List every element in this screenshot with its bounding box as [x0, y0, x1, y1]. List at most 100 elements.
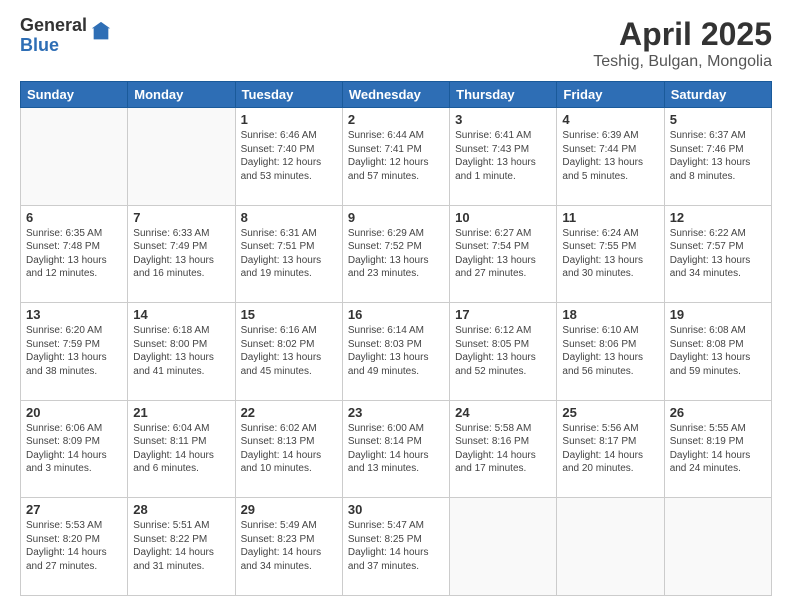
- location-title: Teshig, Bulgan, Mongolia: [593, 53, 772, 71]
- calendar-cell: 2 Sunrise: 6:44 AMSunset: 7:41 PMDaylight…: [342, 108, 449, 206]
- day-number: 19: [670, 307, 766, 322]
- calendar-cell: 10 Sunrise: 6:27 AMSunset: 7:54 PMDayligh…: [450, 205, 557, 303]
- calendar-cell: 15 Sunrise: 6:16 AMSunset: 8:02 PMDayligh…: [235, 303, 342, 401]
- calendar-cell: 1Sunrise: 6:46 AMSunset: 7:40 PMDaylight…: [235, 108, 342, 206]
- day-number: 20: [26, 405, 122, 420]
- calendar-cell: 9 Sunrise: 6:29 AMSunset: 7:52 PMDaylight…: [342, 205, 449, 303]
- day-number: 30: [348, 502, 444, 517]
- calendar-table: SundayMondayTuesdayWednesdayThursdayFrid…: [20, 81, 772, 596]
- calendar-cell: 7Sunrise: 6:33 AMSunset: 7:49 PMDaylight…: [128, 205, 235, 303]
- calendar-cell: 12 Sunrise: 6:22 AMSunset: 7:57 PMDayligh…: [664, 205, 771, 303]
- cell-info: Sunrise: 5:47 AMSunset: 8:25 PMDaylight:…: [348, 519, 444, 573]
- cell-info: Sunrise: 6:44 AMSunset: 7:41 PMDaylight:…: [348, 129, 444, 183]
- day-number: 18: [562, 307, 658, 322]
- day-header-thursday: Thursday: [450, 82, 557, 108]
- calendar-cell: 11 Sunrise: 6:24 AMSunset: 7:55 PMDayligh…: [557, 205, 664, 303]
- cell-info: Sunrise: 6:02 AMSunset: 8:13 PMDaylight:…: [241, 422, 337, 476]
- logo: General Blue: [20, 16, 112, 56]
- cell-info: Sunrise: 6:16 AMSunset: 8:02 PMDaylight:…: [241, 324, 337, 378]
- day-header-sunday: Sunday: [21, 82, 128, 108]
- calendar-cell: 6 Sunrise: 6:35 AMSunset: 7:48 PMDaylight…: [21, 205, 128, 303]
- day-number: 2: [348, 112, 444, 127]
- cell-info: Sunrise: 6:41 AMSunset: 7:43 PMDaylight:…: [455, 129, 551, 183]
- calendar-cell: 22Sunrise: 6:02 AMSunset: 8:13 PMDayligh…: [235, 400, 342, 498]
- day-number: 11: [562, 210, 658, 225]
- header: General Blue April 2025 Teshig, Bulgan, …: [20, 16, 772, 71]
- calendar-cell: 25 Sunrise: 5:56 AMSunset: 8:17 PMDayligh…: [557, 400, 664, 498]
- cell-info: Sunrise: 6:22 AMSunset: 7:57 PMDaylight:…: [670, 227, 766, 281]
- calendar-cell: 17Sunrise: 6:12 AMSunset: 8:05 PMDayligh…: [450, 303, 557, 401]
- day-number: 21: [133, 405, 229, 420]
- cell-info: Sunrise: 5:49 AMSunset: 8:23 PMDaylight:…: [241, 519, 337, 573]
- logo-blue: Blue: [20, 36, 87, 56]
- calendar-cell: 14Sunrise: 6:18 AMSunset: 8:00 PMDayligh…: [128, 303, 235, 401]
- cell-info: Sunrise: 5:58 AMSunset: 8:16 PMDaylight:…: [455, 422, 551, 476]
- day-number: 27: [26, 502, 122, 517]
- cell-info: Sunrise: 6:31 AMSunset: 7:51 PMDaylight:…: [241, 227, 337, 281]
- calendar-cell: 3Sunrise: 6:41 AMSunset: 7:43 PMDaylight…: [450, 108, 557, 206]
- day-header-saturday: Saturday: [664, 82, 771, 108]
- calendar-week-row: 13Sunrise: 6:20 AMSunset: 7:59 PMDayligh…: [21, 303, 772, 401]
- month-title: April 2025: [593, 16, 772, 53]
- calendar-cell: 27 Sunrise: 5:53 AMSunset: 8:20 PMDayligh…: [21, 498, 128, 596]
- day-number: 29: [241, 502, 337, 517]
- cell-info: Sunrise: 6:04 AMSunset: 8:11 PMDaylight:…: [133, 422, 229, 476]
- cell-info: Sunrise: 6:46 AMSunset: 7:40 PMDaylight:…: [241, 129, 337, 183]
- day-header-monday: Monday: [128, 82, 235, 108]
- day-number: 23: [348, 405, 444, 420]
- cell-info: Sunrise: 6:06 AMSunset: 8:09 PMDaylight:…: [26, 422, 122, 476]
- day-number: 7: [133, 210, 229, 225]
- cell-info: Sunrise: 6:08 AMSunset: 8:08 PMDaylight:…: [670, 324, 766, 378]
- day-number: 12: [670, 210, 766, 225]
- cell-info: Sunrise: 6:27 AMSunset: 7:54 PMDaylight:…: [455, 227, 551, 281]
- cell-info: Sunrise: 6:12 AMSunset: 8:05 PMDaylight:…: [455, 324, 551, 378]
- calendar-cell: 18Sunrise: 6:10 AMSunset: 8:06 PMDayligh…: [557, 303, 664, 401]
- day-number: 10: [455, 210, 551, 225]
- calendar-cell: 29 Sunrise: 5:49 AMSunset: 8:23 PMDayligh…: [235, 498, 342, 596]
- logo-general: General: [20, 16, 87, 36]
- page: General Blue April 2025 Teshig, Bulgan, …: [0, 0, 792, 612]
- cell-info: Sunrise: 5:55 AMSunset: 8:19 PMDaylight:…: [670, 422, 766, 476]
- cell-info: Sunrise: 6:14 AMSunset: 8:03 PMDaylight:…: [348, 324, 444, 378]
- calendar-cell: 19 Sunrise: 6:08 AMSunset: 8:08 PMDayligh…: [664, 303, 771, 401]
- cell-info: Sunrise: 6:39 AMSunset: 7:44 PMDaylight:…: [562, 129, 658, 183]
- cell-info: Sunrise: 6:35 AMSunset: 7:48 PMDaylight:…: [26, 227, 122, 281]
- calendar-body: 1Sunrise: 6:46 AMSunset: 7:40 PMDaylight…: [21, 108, 772, 596]
- calendar-cell: 4Sunrise: 6:39 AMSunset: 7:44 PMDaylight…: [557, 108, 664, 206]
- logo-text: General Blue: [20, 16, 87, 56]
- calendar-week-row: 6 Sunrise: 6:35 AMSunset: 7:48 PMDaylight…: [21, 205, 772, 303]
- day-number: 5: [670, 112, 766, 127]
- calendar-cell: 13Sunrise: 6:20 AMSunset: 7:59 PMDayligh…: [21, 303, 128, 401]
- calendar-cell: [21, 108, 128, 206]
- cell-info: Sunrise: 5:53 AMSunset: 8:20 PMDaylight:…: [26, 519, 122, 573]
- day-number: 13: [26, 307, 122, 322]
- calendar-week-row: 27 Sunrise: 5:53 AMSunset: 8:20 PMDayligh…: [21, 498, 772, 596]
- calendar-cell: 8 Sunrise: 6:31 AMSunset: 7:51 PMDaylight…: [235, 205, 342, 303]
- calendar-cell: 30 Sunrise: 5:47 AMSunset: 8:25 PMDayligh…: [342, 498, 449, 596]
- day-number: 26: [670, 405, 766, 420]
- day-number: 28: [133, 502, 229, 517]
- day-number: 9: [348, 210, 444, 225]
- day-number: 14: [133, 307, 229, 322]
- day-number: 24: [455, 405, 551, 420]
- cell-info: Sunrise: 6:00 AMSunset: 8:14 PMDaylight:…: [348, 422, 444, 476]
- day-header-wednesday: Wednesday: [342, 82, 449, 108]
- day-number: 15: [241, 307, 337, 322]
- cell-info: Sunrise: 6:29 AMSunset: 7:52 PMDaylight:…: [348, 227, 444, 281]
- calendar-cell: 5 Sunrise: 6:37 AMSunset: 7:46 PMDaylight…: [664, 108, 771, 206]
- cell-info: Sunrise: 6:37 AMSunset: 7:46 PMDaylight:…: [670, 129, 766, 183]
- calendar-cell: [664, 498, 771, 596]
- day-number: 6: [26, 210, 122, 225]
- day-header-friday: Friday: [557, 82, 664, 108]
- calendar-header-row: SundayMondayTuesdayWednesdayThursdayFrid…: [21, 82, 772, 108]
- day-number: 8: [241, 210, 337, 225]
- cell-info: Sunrise: 6:24 AMSunset: 7:55 PMDaylight:…: [562, 227, 658, 281]
- calendar-week-row: 1Sunrise: 6:46 AMSunset: 7:40 PMDaylight…: [21, 108, 772, 206]
- calendar-cell: 20 Sunrise: 6:06 AMSunset: 8:09 PMDayligh…: [21, 400, 128, 498]
- logo-icon: [90, 21, 112, 43]
- calendar-cell: [450, 498, 557, 596]
- calendar-cell: [128, 108, 235, 206]
- day-number: 25: [562, 405, 658, 420]
- cell-info: Sunrise: 5:56 AMSunset: 8:17 PMDaylight:…: [562, 422, 658, 476]
- calendar-week-row: 20 Sunrise: 6:06 AMSunset: 8:09 PMDayligh…: [21, 400, 772, 498]
